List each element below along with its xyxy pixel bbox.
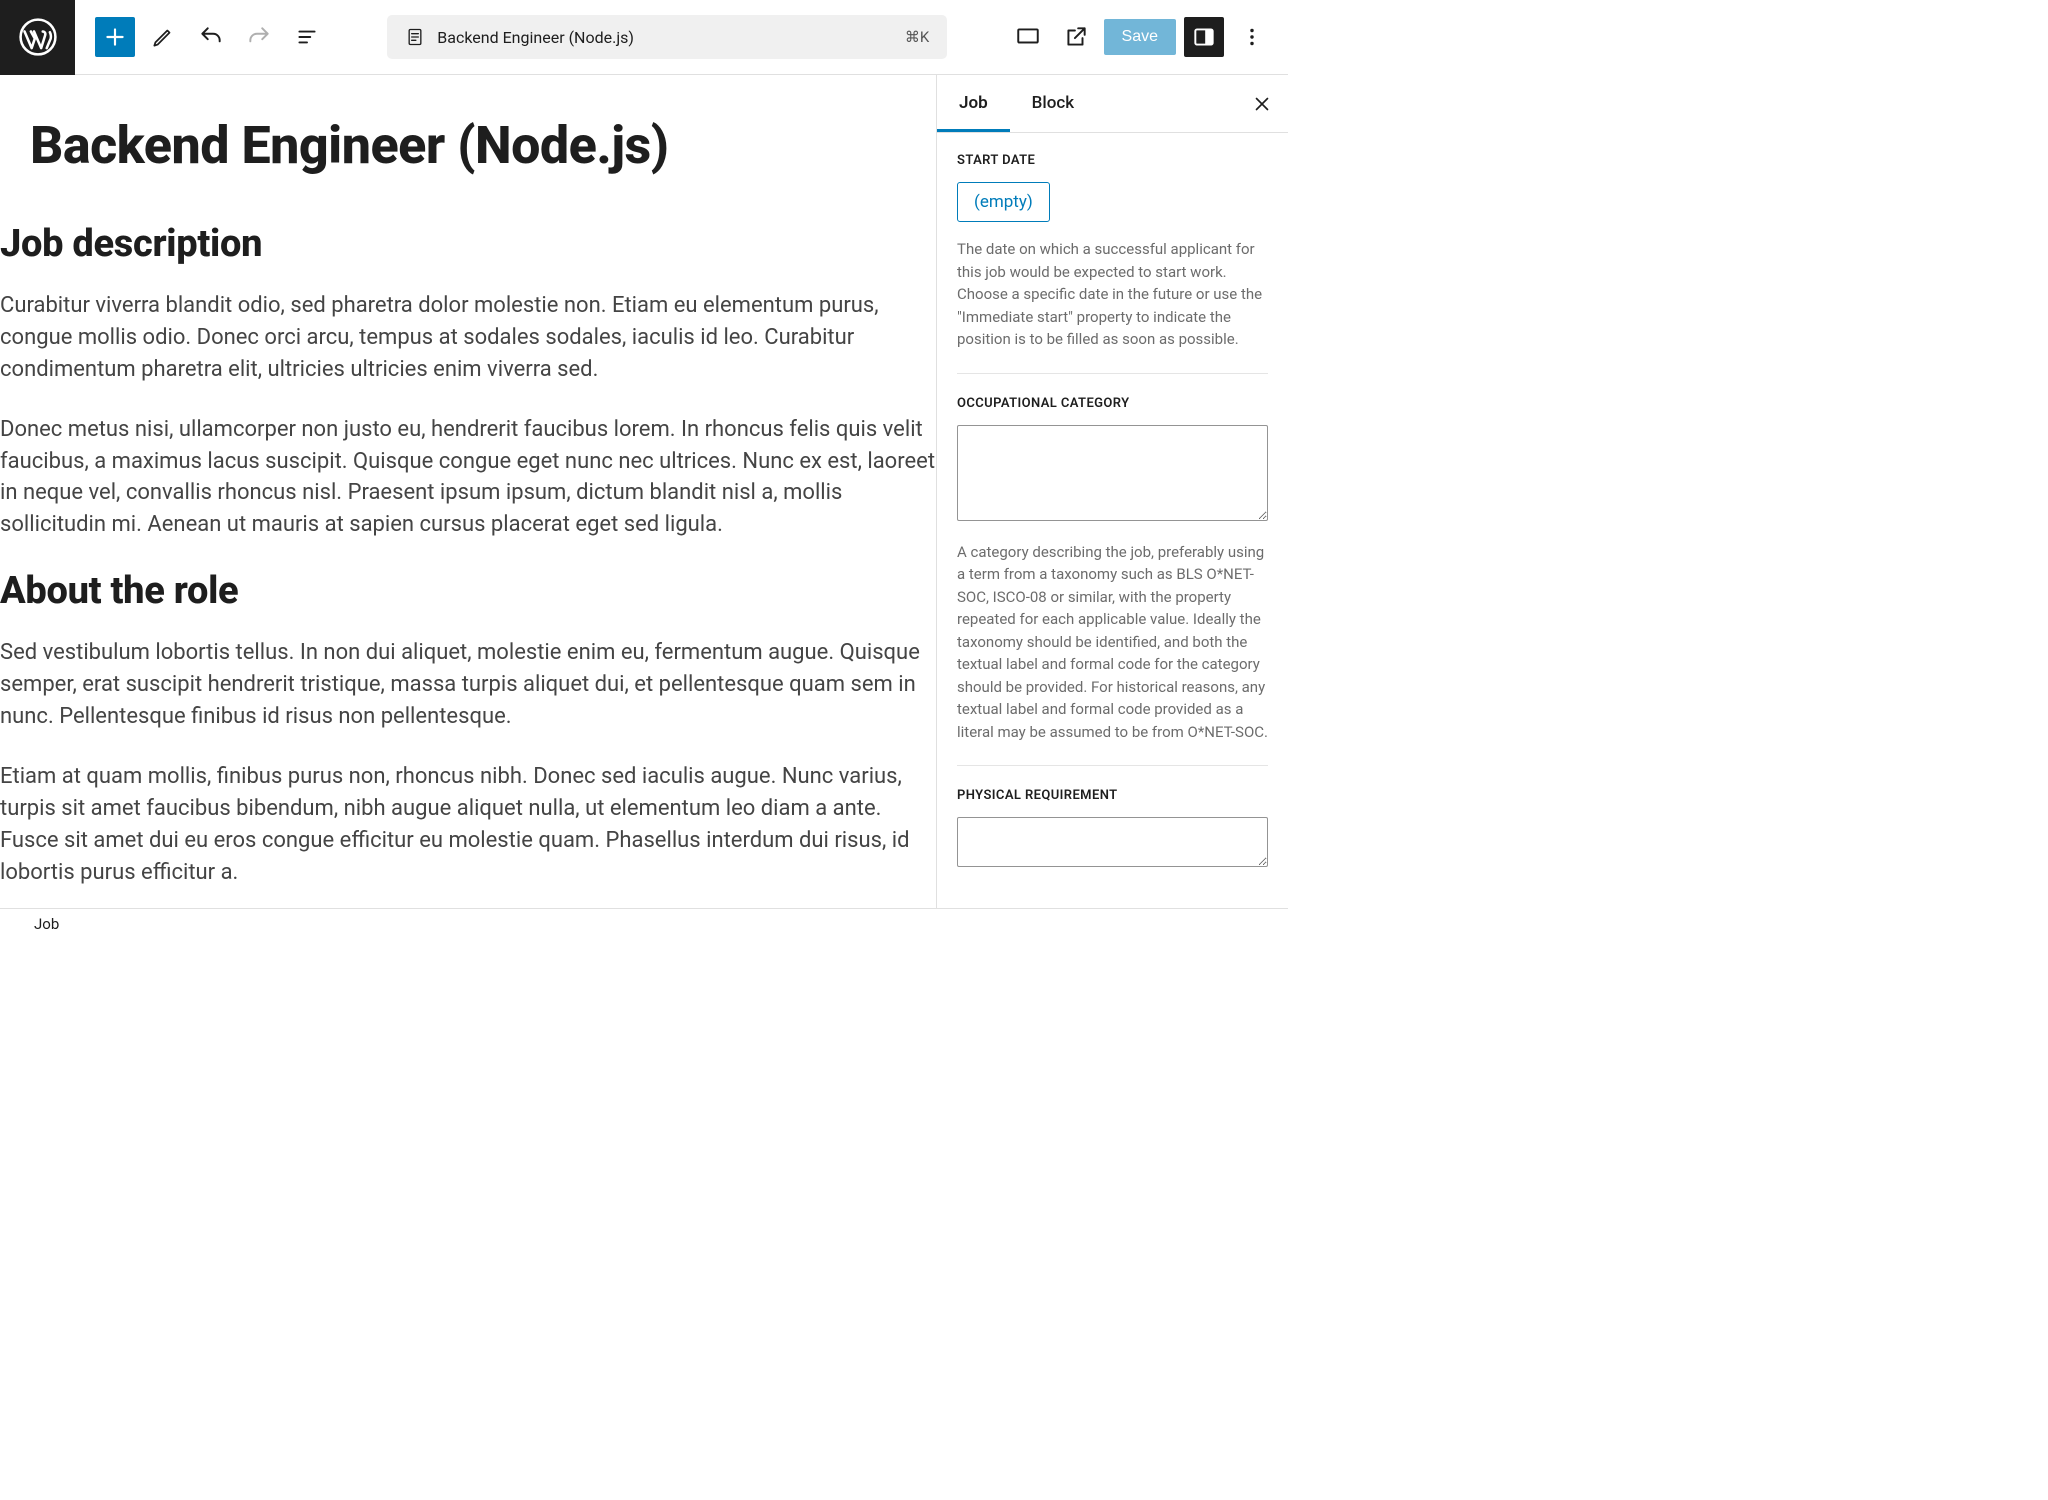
sidebar-tabs: Job Block — [937, 75, 1288, 133]
occupational-category-input[interactable] — [957, 425, 1268, 521]
desktop-icon — [1015, 24, 1041, 50]
tools-button[interactable] — [143, 17, 183, 57]
close-icon — [1251, 93, 1273, 115]
top-toolbar: Backend Engineer (Node.js) ⌘K Save — [0, 0, 1288, 75]
settings-sidebar-toggle[interactable] — [1184, 17, 1224, 57]
paragraph-block[interactable]: Sed vestibulum lobortis tellus. In non d… — [0, 637, 936, 733]
wordpress-icon — [19, 18, 57, 56]
add-block-button[interactable] — [95, 17, 135, 57]
options-button[interactable] — [1232, 17, 1272, 57]
paragraph-block[interactable]: Donec metus nisi, ullamcorper non justo … — [0, 414, 936, 542]
tab-job[interactable]: Job — [937, 75, 1010, 132]
undo-icon — [198, 24, 224, 50]
command-shortcut: ⌘K — [905, 28, 929, 46]
editor-body: Job description Curabitur viverra blandi… — [0, 222, 936, 908]
panel-occupational-category: OCCUPATIONAL CATEGORY A category describ… — [957, 396, 1268, 767]
toolbar-left-group — [75, 17, 327, 57]
start-date-value-button[interactable]: (empty) — [957, 182, 1050, 222]
occupational-category-description: A category describing the job, preferabl… — [957, 541, 1268, 744]
pencil-icon — [150, 24, 176, 50]
editor-canvas[interactable]: Backend Engineer (Node.js) Job descripti… — [0, 75, 936, 908]
sidebar-icon — [1191, 24, 1217, 50]
post-title[interactable]: Backend Engineer (Node.js) — [0, 93, 936, 198]
paragraph-block[interactable]: Etiam at quam mollis, finibus purus non,… — [0, 761, 936, 889]
panel-physical-requirement: PHYSICAL REQUIREMENT — [957, 788, 1268, 871]
save-button[interactable]: Save — [1104, 19, 1176, 55]
physical-requirement-input[interactable] — [957, 817, 1268, 867]
paragraph-block[interactable]: Curabitur viverra blandit odio, sed phar… — [0, 290, 936, 386]
more-vertical-icon — [1239, 24, 1265, 50]
external-link-icon — [1063, 24, 1089, 50]
heading-job-description[interactable]: Job description — [0, 222, 936, 266]
toolbar-right-group: Save — [1008, 17, 1288, 57]
document-bar[interactable]: Backend Engineer (Node.js) ⌘K — [387, 15, 947, 59]
toolbar-center: Backend Engineer (Node.js) ⌘K — [327, 15, 1008, 59]
tab-block[interactable]: Block — [1010, 75, 1096, 132]
plus-icon — [102, 24, 128, 50]
breadcrumb-item[interactable]: Job — [34, 915, 59, 933]
start-date-label: START DATE — [957, 153, 1268, 168]
page-icon — [405, 27, 425, 47]
settings-sidebar: Job Block START DATE (empty) The date on… — [936, 75, 1288, 908]
view-button[interactable] — [1008, 17, 1048, 57]
redo-icon — [246, 24, 272, 50]
undo-button[interactable] — [191, 17, 231, 57]
redo-button[interactable] — [239, 17, 279, 57]
occupational-category-label: OCCUPATIONAL CATEGORY — [957, 396, 1268, 411]
sidebar-panel: START DATE (empty) The date on which a s… — [937, 133, 1288, 908]
document-overview-button[interactable] — [287, 17, 327, 57]
close-sidebar-button[interactable] — [1244, 86, 1280, 122]
breadcrumb-bar: Job — [0, 908, 1288, 938]
physical-requirement-label: PHYSICAL REQUIREMENT — [957, 788, 1268, 803]
wordpress-logo[interactable] — [0, 0, 75, 75]
heading-about-role[interactable]: About the role — [0, 569, 936, 613]
start-date-description: The date on which a successful applicant… — [957, 238, 1268, 351]
list-icon — [294, 24, 320, 50]
external-link-button[interactable] — [1056, 17, 1096, 57]
document-title: Backend Engineer (Node.js) — [437, 28, 634, 47]
panel-start-date: START DATE (empty) The date on which a s… — [957, 153, 1268, 374]
